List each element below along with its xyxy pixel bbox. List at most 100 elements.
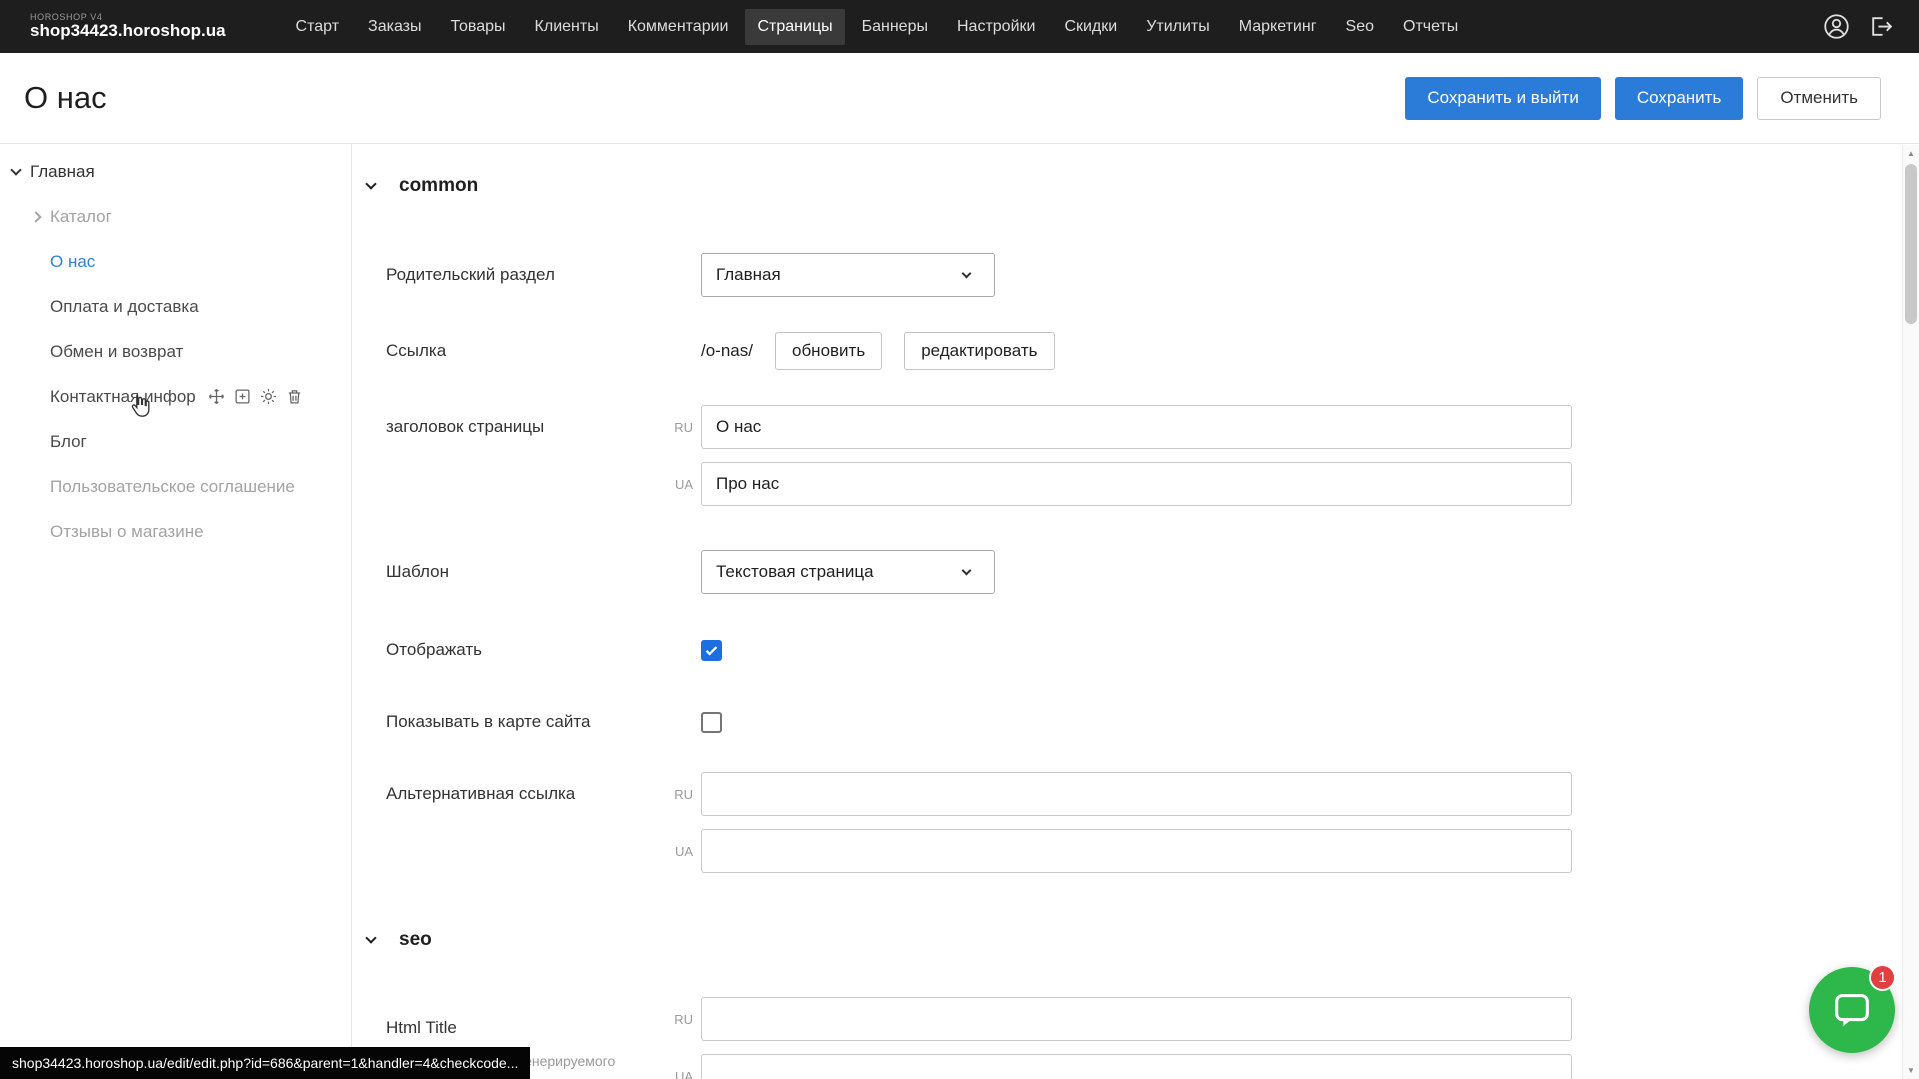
chat-bubble-icon [1829, 987, 1875, 1033]
move-icon[interactable] [208, 388, 225, 405]
nav-item-start[interactable]: Старт [284, 9, 351, 45]
scroll-down-arrow[interactable]: ▼ [1903, 1062, 1919, 1079]
chat-widget-button[interactable]: 1 [1809, 967, 1895, 1053]
topbar-icons [1823, 13, 1919, 40]
nav-item-marketing[interactable]: Маркетинг [1227, 9, 1329, 45]
sitemap-checkbox[interactable] [701, 712, 722, 733]
sidebar-item-label: Пользовательское соглашение [50, 477, 295, 497]
chevron-down-icon [365, 178, 376, 189]
vertical-scrollbar[interactable]: ▲ ▼ [1902, 145, 1919, 1079]
page-title: О нас [24, 80, 107, 116]
sidebar-item-label: О нас [50, 252, 95, 272]
link-path: /o-nas/ [701, 341, 753, 361]
sidebar-item-label: Оплата и доставка [50, 297, 199, 317]
section-seo-label: seo [399, 929, 432, 951]
scrollbar-thumb[interactable] [1905, 164, 1917, 324]
page-title-ua-wrap: UA [701, 462, 1572, 506]
check-icon [704, 643, 719, 658]
section-seo[interactable]: seo [367, 929, 1919, 951]
template-select[interactable]: Текстовая страница [701, 550, 995, 594]
sidebar-item-label: Обмен и возврат [50, 342, 183, 362]
alt-link-ua-input[interactable] [701, 829, 1572, 873]
page-title-ru-input[interactable] [701, 405, 1572, 449]
lang-badge-ua: UA [663, 1069, 693, 1079]
topbar: HOROSHOP V4 shop34423.horoshop.ua Старт … [0, 0, 1919, 53]
section-common-label: common [399, 175, 478, 197]
html-title-ru-input[interactable] [701, 997, 1572, 1041]
nav-item-products[interactable]: Товары [439, 9, 518, 45]
page-title-inputs: RU UA [701, 405, 1572, 506]
chat-unread-badge: 1 [1869, 964, 1896, 991]
sidebar-item-label: Главная [30, 162, 95, 182]
nav-item-settings[interactable]: Настройки [945, 9, 1047, 45]
brand-logo[interactable]: HOROSHOP V4 shop34423.horoshop.ua [30, 13, 226, 40]
page-title-ua-input[interactable] [701, 462, 1572, 506]
save-button[interactable]: Сохранить [1615, 77, 1743, 120]
template-label: Шаблон [386, 562, 701, 582]
html-title-inputs: RU UA [701, 997, 1572, 1079]
sidebar-item-catalog[interactable]: Каталог [0, 194, 351, 239]
parent-section-row: Родительский раздел Главная [367, 253, 1919, 297]
sidebar-item-home[interactable]: Главная [0, 149, 351, 194]
chevron-down-icon[interactable] [10, 164, 21, 175]
sidebar-item-label: Контактная инфор [50, 387, 196, 407]
chevron-right-icon[interactable] [30, 211, 41, 222]
page-title-row: заголовок страницы RU UA [367, 405, 1919, 506]
nav-item-discounts[interactable]: Скидки [1052, 9, 1129, 45]
sidebar-item-store-reviews[interactable]: Отзывы о магазине [0, 509, 351, 554]
sidebar-item-label: Отзывы о магазине [50, 522, 204, 542]
sitemap-label: Показывать в карте сайта [386, 712, 701, 732]
link-edit-button[interactable]: редактировать [904, 332, 1054, 370]
parent-section-label: Родительский раздел [386, 265, 701, 285]
sidebar-item-payment-delivery[interactable]: Оплата и доставка [0, 284, 351, 329]
sidebar-item-exchange-return[interactable]: Обмен и возврат [0, 329, 351, 374]
nav-item-utilities[interactable]: Утилиты [1134, 9, 1222, 45]
delete-trash-icon[interactable] [286, 388, 303, 405]
chevron-down-icon [962, 269, 972, 279]
alt-link-ru-input[interactable] [701, 772, 1572, 816]
link-refresh-button[interactable]: обновить [775, 332, 882, 370]
nav-item-banners[interactable]: Баннеры [850, 9, 940, 45]
parent-section-value: Главная [716, 265, 781, 285]
link-label: Ссылка [386, 341, 701, 361]
logout-icon[interactable] [1868, 14, 1893, 39]
sidebar-item-label: Каталог [50, 207, 112, 227]
sidebar-item-blog[interactable]: Блог [0, 419, 351, 464]
settings-gear-icon[interactable] [260, 388, 277, 405]
sidebar-item-label: Блог [50, 432, 87, 452]
nav-item-pages[interactable]: Страницы [745, 9, 844, 45]
nav-item-clients[interactable]: Клиенты [523, 9, 611, 45]
lang-badge-ua: UA [663, 477, 693, 492]
top-navigation: Старт Заказы Товары Клиенты Комментарии … [284, 9, 1823, 45]
alt-link-inputs: RU UA [701, 772, 1572, 873]
pages-tree-sidebar: Главная Каталог О нас Оплата и доставка … [0, 144, 352, 1079]
link-status-tooltip: shop34423.horoshop.ua/edit/edit.php?id=6… [0, 1047, 530, 1079]
html-title-ua-wrap: UA [701, 1054, 1572, 1079]
scroll-up-arrow[interactable]: ▲ [1903, 145, 1919, 162]
user-account-icon[interactable] [1823, 13, 1850, 40]
main-layout: Главная Каталог О нас Оплата и доставка … [0, 144, 1919, 1079]
html-title-ua-input[interactable] [701, 1054, 1572, 1079]
link-control: /o-nas/ обновить редактировать [701, 332, 1055, 370]
nav-item-reports[interactable]: Отчеты [1391, 9, 1470, 45]
template-value: Текстовая страница [716, 562, 874, 582]
sidebar-item-about[interactable]: О нас [0, 239, 351, 284]
nav-item-comments[interactable]: Комментарии [616, 9, 741, 45]
sidebar-item-user-agreement[interactable]: Пользовательское соглашение [0, 464, 351, 509]
template-row: Шаблон Текстовая страница [367, 550, 1919, 594]
add-icon[interactable] [234, 388, 251, 405]
save-and-exit-button[interactable]: Сохранить и выйти [1405, 77, 1600, 120]
brand-domain: shop34423.horoshop.ua [30, 22, 226, 40]
tree-item-actions [208, 388, 303, 405]
lang-badge-ru: RU [663, 1012, 693, 1027]
sidebar-item-contact-info[interactable]: Контактная инфор [0, 374, 351, 419]
cancel-button[interactable]: Отменить [1757, 77, 1881, 120]
section-common[interactable]: common [367, 175, 1919, 197]
alt-link-ru-wrap: RU [701, 772, 1572, 816]
nav-item-seo[interactable]: Seo [1334, 9, 1386, 45]
lang-badge-ru: RU [663, 787, 693, 802]
parent-section-select[interactable]: Главная [701, 253, 995, 297]
chevron-down-icon [962, 566, 972, 576]
display-checkbox[interactable] [701, 640, 722, 661]
nav-item-orders[interactable]: Заказы [356, 9, 433, 45]
